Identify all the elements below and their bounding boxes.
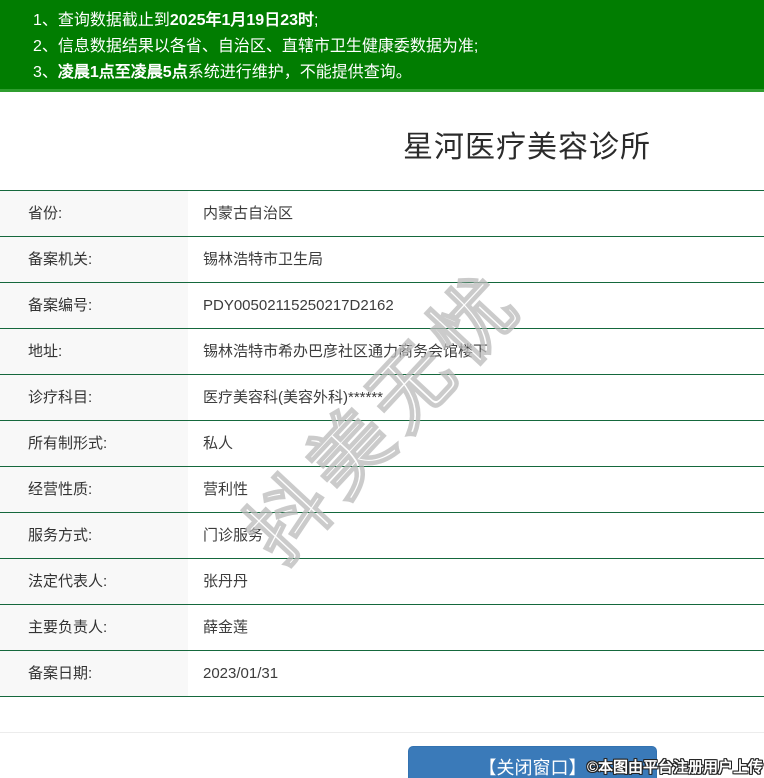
notice-banner: 1、查询数据截止到2025年1月19日23时; 2、信息数据结果以各省、自治区、… <box>0 0 764 92</box>
table-row-principal: 主要负责人: 薛金莲 <box>0 605 764 651</box>
row-value: 私人 <box>188 421 764 466</box>
notice-3-bold: 凌晨1点至凌晨5点 <box>58 64 188 81</box>
table-row-departments: 诊疗科目: 医疗美容科(美容外科)****** <box>0 375 764 421</box>
row-label: 所有制形式: <box>0 421 188 466</box>
row-label: 省份: <box>0 191 188 236</box>
row-value: 医疗美容科(美容外科)****** <box>188 375 764 420</box>
row-value: PDY00502115250217D2162 <box>188 283 764 328</box>
row-label: 地址: <box>0 329 188 374</box>
row-label: 法定代表人: <box>0 559 188 604</box>
table-row-address: 地址: 锡林浩特市希办巴彦社区通力商务会馆楼下 <box>0 329 764 375</box>
table-row-service-mode: 服务方式: 门诊服务 <box>0 513 764 559</box>
row-label: 备案编号: <box>0 283 188 328</box>
row-label: 服务方式: <box>0 513 188 558</box>
notice-1-post: ; <box>314 12 318 29</box>
table-row-record-agency: 备案机关: 锡林浩特市卫生局 <box>0 237 764 283</box>
row-value: 营利性 <box>188 467 764 512</box>
row-value: 锡林浩特市希办巴彦社区通力商务会馆楼下 <box>188 329 764 374</box>
row-label: 主要负责人: <box>0 605 188 650</box>
notice-line-1: 1、查询数据截止到2025年1月19日23时; <box>33 8 754 34</box>
row-label: 备案日期: <box>0 651 188 696</box>
table-row-record-date: 备案日期: 2023/01/31 <box>0 651 764 697</box>
row-value: 内蒙古自治区 <box>188 191 764 236</box>
bottom-divider <box>0 732 764 733</box>
notice-1-text: 1、查询数据截止到 <box>33 12 170 29</box>
table-row-legal-representative: 法定代表人: 张丹丹 <box>0 559 764 605</box>
notice-line-2: 2、信息数据结果以各省、自治区、直辖市卫生健康委数据为准; <box>33 34 754 60</box>
row-label: 经营性质: <box>0 467 188 512</box>
row-value: 2023/01/31 <box>188 651 764 696</box>
clinic-title: 星河医疗美容诊所 <box>290 122 764 164</box>
notice-1-bold: 2025年1月19日23时 <box>170 12 314 29</box>
notice-3-post: 系统进行维护，不能提供查询。 <box>188 64 412 81</box>
table-row-business-nature: 经营性质: 营利性 <box>0 467 764 513</box>
table-row-ownership: 所有制形式: 私人 <box>0 421 764 467</box>
record-table: 省份: 内蒙古自治区 备案机关: 锡林浩特市卫生局 备案编号: PDY00502… <box>0 190 764 697</box>
row-value: 门诊服务 <box>188 513 764 558</box>
table-row-province: 省份: 内蒙古自治区 <box>0 191 764 237</box>
notice-2-text: 2、信息数据结果以各省、自治区、直辖市卫生健康委数据为准; <box>33 38 478 55</box>
table-row-record-number: 备案编号: PDY00502115250217D2162 <box>0 283 764 329</box>
row-value: 锡林浩特市卫生局 <box>188 237 764 282</box>
row-label: 诊疗科目: <box>0 375 188 420</box>
row-value: 张丹丹 <box>188 559 764 604</box>
row-label: 备案机关: <box>0 237 188 282</box>
notice-line-3: 3、凌晨1点至凌晨5点系统进行维护，不能提供查询。 <box>33 60 754 86</box>
platform-upload-watermark: ©本图由平台注册用户上传 <box>587 756 763 777</box>
row-value: 薛金莲 <box>188 605 764 650</box>
notice-3-text: 3、 <box>33 64 58 81</box>
